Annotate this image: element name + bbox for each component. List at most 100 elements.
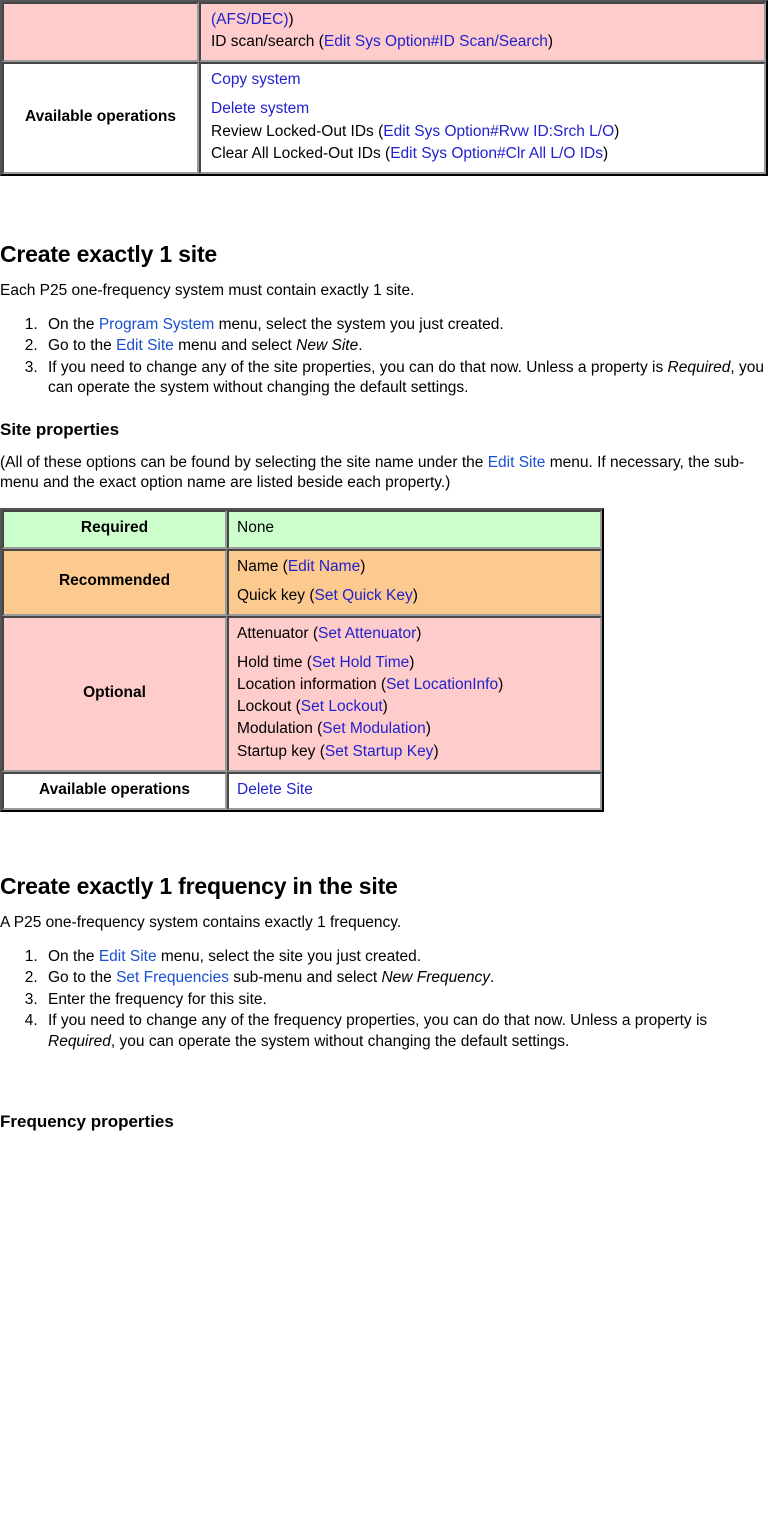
text-run: sub-menu and select (228, 969, 382, 987)
menu-link[interactable]: Set Frequencies (116, 969, 229, 986)
steps-create-frequency: On the Edit Site menu, select the site y… (0, 947, 771, 1053)
menu-path-link[interactable]: Edit Sys Option#Rvw ID:Srch L/O (383, 123, 614, 140)
menu-path-link[interactable]: Set Quick Key (315, 587, 413, 604)
cell-text: ) (382, 698, 388, 716)
cell-line: Attenuator (Set Attenuator) (237, 624, 592, 644)
emphasis-text: Required (48, 1033, 111, 1051)
cell-text: Modulation ( (237, 720, 323, 738)
text-run: (All of these options can be found by se… (0, 453, 488, 471)
text-run: Enter the frequency for this site. (48, 990, 267, 1008)
menu-link[interactable]: Edit Site (99, 948, 157, 965)
menu-path-link[interactable]: Set Modulation (322, 720, 425, 737)
row-label-cell: Available operations (2, 771, 227, 810)
row-label-cell: Recommended (2, 548, 227, 616)
cell-text: ) (498, 676, 504, 694)
cell-text: Location information ( (237, 676, 387, 694)
cell-line: Lockout (Set Lockout) (237, 697, 592, 717)
cell-text: Name ( (237, 557, 288, 575)
menu-path-link[interactable]: Delete system (211, 100, 309, 117)
row-value-cell: None (227, 510, 602, 549)
system-table-body: (AFS/DEC)) ID scan/search (Edit Sys Optio… (2, 2, 766, 174)
list-item: Go to the Edit Site menu and select New … (42, 336, 771, 357)
text-run: . (358, 337, 363, 355)
row-label-cell: Required (2, 510, 227, 549)
menu-link[interactable]: Program System (99, 316, 214, 333)
list-item: Enter the frequency for this site. (42, 990, 771, 1011)
cell-line: Quick key (Set Quick Key) (237, 586, 592, 606)
menu-path-link[interactable]: Delete Site (237, 781, 313, 798)
row-value-cell: (AFS/DEC)) ID scan/search (Edit Sys Optio… (199, 2, 766, 63)
cell-text: None (237, 519, 275, 537)
text-run: If you need to change any of the frequen… (48, 1012, 708, 1030)
cell-text: ) (409, 654, 415, 672)
table-row: Optional Attenuator (Set Attenuator) Hold… (2, 615, 602, 772)
row-value-cell: Attenuator (Set Attenuator) Hold time (Se… (227, 615, 602, 772)
cell-text: Attenuator ( (237, 624, 318, 642)
cell-line: Copy system (211, 70, 756, 90)
cell-text: ) (416, 624, 422, 642)
cell-line: Review Locked-Out IDs (Edit Sys Option#R… (211, 122, 756, 142)
list-item: On the Program System menu, select the s… (42, 315, 771, 336)
menu-path-link[interactable]: Edit Sys Option#Clr All L/O IDs (390, 145, 603, 162)
text-run: Go to the (48, 337, 117, 355)
menu-path-link[interactable]: Set Attenuator (318, 625, 416, 642)
cell-text: Startup key ( (237, 742, 325, 760)
emphasis-text: Required (667, 358, 731, 376)
cell-line: Delete Site (237, 780, 592, 800)
table-row: (AFS/DEC)) ID scan/search (Edit Sys Optio… (2, 2, 766, 63)
cell-text: Hold time ( (237, 654, 312, 672)
cell-line: None (237, 518, 592, 538)
cell-text: ) (614, 122, 620, 140)
document-page: (AFS/DEC)) ID scan/search (Edit Sys Optio… (0, 0, 771, 1131)
text-run: , you can operate the system without cha… (110, 1033, 570, 1051)
cell-line: (AFS/DEC)) (211, 10, 756, 30)
cell-line: Hold time (Set Hold Time) (237, 653, 592, 673)
menu-path-link[interactable]: Edit Sys Option#ID Scan/Search (324, 33, 548, 50)
cell-line: Name (Edit Name) (237, 557, 592, 577)
menu-link[interactable]: Edit Site (488, 454, 546, 471)
menu-path-link[interactable]: Set Hold Time (312, 654, 409, 671)
emphasis-text: New Site (296, 337, 359, 355)
row-value-cell: Delete Site (227, 771, 602, 810)
list-item: Go to the Set Frequencies sub-menu and s… (42, 968, 771, 989)
cell-text: ) (360, 557, 366, 575)
menu-path-link[interactable]: Set Startup Key (325, 743, 434, 760)
steps-create-site: On the Program System menu, select the s… (0, 315, 771, 399)
table-row: Available operations Delete Site (2, 771, 602, 810)
cell-text: Quick key ( (237, 586, 315, 604)
site-table-body: Required None Recommended Name (Edit Nam… (2, 510, 602, 810)
text-run: On the (48, 315, 99, 333)
heading-site-properties: Site properties (0, 420, 120, 440)
row-value-cell: Copy system Delete system Review Locked-Ou… (199, 62, 766, 174)
cell-text: ) (425, 720, 431, 738)
cell-text: ID scan/search ( (211, 33, 324, 51)
cell-text: Lockout ( (237, 698, 301, 716)
menu-path-link[interactable]: Edit Name (288, 558, 360, 575)
menu-path-link[interactable]: Copy system (211, 71, 301, 88)
emphasis-text: New Frequency (381, 969, 491, 987)
text-run: On the (48, 947, 99, 965)
row-label-cell (2, 2, 199, 63)
menu-path-link[interactable]: Set LocationInfo (386, 676, 498, 693)
text-run: menu, select the site you just created. (156, 947, 422, 965)
cell-line: Location information (Set LocationInfo) (237, 675, 592, 695)
text-run: Go to the (48, 969, 117, 987)
menu-path-link[interactable]: Set Lockout (301, 698, 383, 715)
menu-link[interactable]: Edit Site (116, 337, 174, 354)
text-run: menu, select the system you just created… (214, 315, 504, 333)
site-properties-table: Required None Recommended Name (Edit Nam… (0, 508, 604, 812)
heading-create-frequency: Create exactly 1 frequency in the site (0, 872, 398, 899)
list-item: If you need to change any of the frequen… (42, 1011, 771, 1052)
paragraph-site-intro: Each P25 one-frequency system must conta… (0, 282, 415, 300)
list-item: On the Edit Site menu, select the site y… (42, 947, 771, 968)
table-row: Required None (2, 510, 602, 549)
menu-path-link[interactable]: (AFS/DEC) (211, 11, 289, 28)
paragraph-site-properties-note: (All of these options can be found by se… (0, 453, 771, 494)
